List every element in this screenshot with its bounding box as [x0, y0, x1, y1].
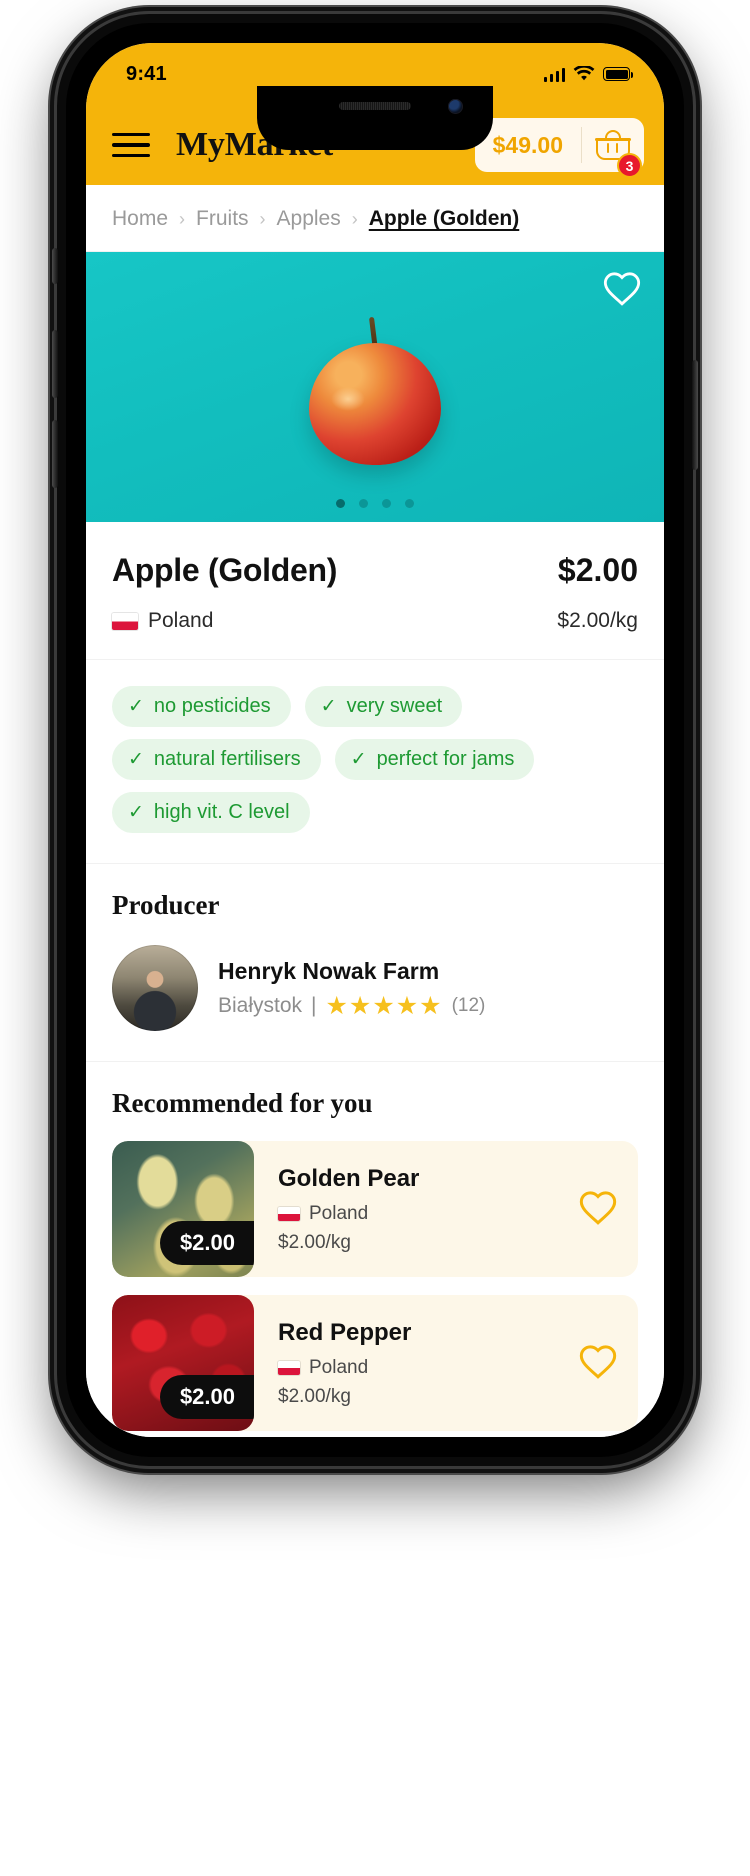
- product-origin-row: Poland $2.00/kg: [112, 609, 638, 633]
- product-title-row: Apple (Golden) $2.00: [112, 552, 638, 589]
- phone-screen: 9:41 MyMarket $49.00 3 Home › Fruits › A…: [86, 43, 664, 1437]
- product-origin-label: Poland: [148, 609, 214, 632]
- product-image-carousel[interactable]: [86, 252, 664, 522]
- heart-outline-icon[interactable]: [576, 1343, 620, 1383]
- carousel-dot[interactable]: [382, 499, 391, 508]
- flag-poland-icon: [278, 1206, 300, 1221]
- breadcrumb-item-home[interactable]: Home: [112, 207, 168, 231]
- rating-stars: ★★★★★: [325, 991, 443, 1020]
- screenshot-canvas: 9:41 MyMarket $49.00 3 Home › Fruits › A…: [0, 0, 750, 1876]
- product-unit-price: $2.00/kg: [278, 1231, 351, 1253]
- rating-count: (12): [451, 995, 486, 1016]
- feature-tag-label: no pesticides: [153, 695, 271, 717]
- recommended-list: $2.00 Golden Pear Poland $2.00/kg $2.00 …: [112, 1141, 638, 1437]
- flag-poland-icon: [278, 1360, 300, 1375]
- producer-card[interactable]: Henryk Nowak Farm Białystok | ★★★★★ (12): [112, 945, 638, 1031]
- feature-tag-label: perfect for jams: [376, 748, 515, 770]
- meta-divider: |: [311, 994, 317, 1017]
- check-icon: ✓: [350, 749, 367, 770]
- cart-button[interactable]: 3: [582, 118, 644, 178]
- product-feature-tags: ✓ no pesticides ✓ very sweet ✓ natural f…: [86, 660, 664, 864]
- producer-meta: Białystok | ★★★★★ (12): [218, 991, 486, 1020]
- breadcrumb-item-current: Apple (Golden): [368, 207, 520, 230]
- product-unit-price: $2.00/kg: [278, 1385, 351, 1407]
- signal-bars-icon: [543, 67, 565, 82]
- breadcrumb-separator-icon: ›: [351, 208, 358, 229]
- price-badge: $2.00: [159, 1221, 254, 1265]
- wifi-icon: [573, 66, 595, 81]
- apple-body: [309, 343, 441, 465]
- breadcrumb-separator-icon: ›: [179, 208, 186, 229]
- page-content: Home › Fruits › Apples › Apple (Golden): [86, 185, 664, 1437]
- feature-tag: ✓ no pesticides: [112, 686, 291, 727]
- list-item-body: Golden Pear Poland $2.00/kg: [254, 1141, 638, 1277]
- power-button[interactable]: [692, 360, 698, 470]
- recommended-section: Recommended for you $2.00 Golden Pear Po…: [86, 1062, 664, 1437]
- list-item-text: Red Pepper Poland $2.00/kg: [278, 1319, 576, 1408]
- front-camera-icon: [448, 99, 463, 114]
- producer-name: Henryk Nowak Farm: [218, 957, 440, 984]
- producer-city: Białystok: [218, 994, 303, 1017]
- price-badge: $2.00: [159, 1375, 254, 1419]
- product-origin-label: Poland: [309, 1202, 369, 1224]
- product-origin: Poland: [278, 1203, 576, 1225]
- phone-notch: [257, 86, 493, 150]
- feature-tag-label: very sweet: [346, 695, 443, 717]
- list-item-text: Golden Pear Poland $2.00/kg: [278, 1165, 576, 1254]
- carousel-dot[interactable]: [359, 499, 368, 508]
- breadcrumb: Home › Fruits › Apples › Apple (Golden): [86, 185, 664, 252]
- product-info: Apple (Golden) $2.00 Poland $2.00/kg: [86, 522, 664, 660]
- feature-tag-label: high vit. C level: [153, 801, 290, 823]
- list-item[interactable]: $2.00 Golden Pear Poland $2.00/kg: [112, 1141, 638, 1277]
- hamburger-menu-icon[interactable]: [112, 126, 150, 165]
- silent-switch[interactable]: [52, 248, 58, 284]
- carousel-dot-active[interactable]: [336, 499, 345, 508]
- feature-tag: ✓ natural fertilisers: [112, 739, 321, 780]
- product-image: [309, 315, 441, 465]
- check-icon: ✓: [128, 802, 144, 823]
- check-icon: ✓: [320, 696, 337, 717]
- volume-down-button[interactable]: [52, 420, 58, 488]
- producer-section: Producer Henryk Nowak Farm Białystok | ★…: [86, 864, 664, 1062]
- breadcrumb-separator-icon: ›: [259, 208, 266, 229]
- product-origin: Poland: [112, 609, 213, 633]
- earpiece-speaker-icon: [339, 102, 411, 110]
- breadcrumb-item-fruits[interactable]: Fruits: [196, 207, 249, 231]
- list-item[interactable]: $2.00 Red Pepper Poland $2.00/kg: [112, 1295, 638, 1431]
- check-icon: ✓: [128, 696, 144, 717]
- heart-outline-icon[interactable]: [602, 270, 642, 310]
- volume-up-button[interactable]: [52, 330, 58, 398]
- battery-full-icon: [603, 67, 633, 81]
- page-title: Apple (Golden): [112, 552, 338, 588]
- product-thumbnail[interactable]: $2.00: [112, 1295, 254, 1431]
- producer-section-title: Producer: [112, 890, 220, 920]
- feature-tag-label: natural fertilisers: [153, 748, 301, 770]
- avatar: [112, 945, 198, 1031]
- recommended-section-title: Recommended for you: [112, 1088, 373, 1118]
- producer-details: Henryk Nowak Farm Białystok | ★★★★★ (12): [218, 958, 485, 1019]
- product-origin-label: Poland: [309, 1356, 369, 1378]
- product-price: $2.00: [557, 552, 638, 588]
- flag-poland-icon: [112, 612, 138, 630]
- status-indicators: [543, 66, 633, 82]
- feature-tag: ✓ perfect for jams: [334, 739, 535, 780]
- heart-outline-icon[interactable]: [576, 1189, 620, 1229]
- feature-tag: ✓ very sweet: [304, 686, 463, 727]
- breadcrumb-item-apples[interactable]: Apples: [277, 207, 341, 231]
- status-time: 9:41: [126, 62, 167, 85]
- feature-tag: ✓ high vit. C level: [112, 792, 310, 833]
- cart-item-count-badge: 3: [617, 153, 642, 178]
- carousel-dots[interactable]: [336, 499, 414, 508]
- product-thumbnail[interactable]: $2.00: [112, 1141, 254, 1277]
- product-origin: Poland: [278, 1357, 576, 1379]
- product-name: Golden Pear: [278, 1164, 420, 1192]
- product-unit-price: $2.00/kg: [557, 609, 638, 632]
- check-icon: ✓: [128, 749, 144, 770]
- carousel-dot[interactable]: [405, 499, 414, 508]
- list-item-body: Red Pepper Poland $2.00/kg: [254, 1295, 638, 1431]
- cart-pill[interactable]: $49.00 3: [474, 118, 644, 178]
- apple-highlight: [331, 387, 365, 411]
- product-name: Red Pepper: [278, 1318, 412, 1346]
